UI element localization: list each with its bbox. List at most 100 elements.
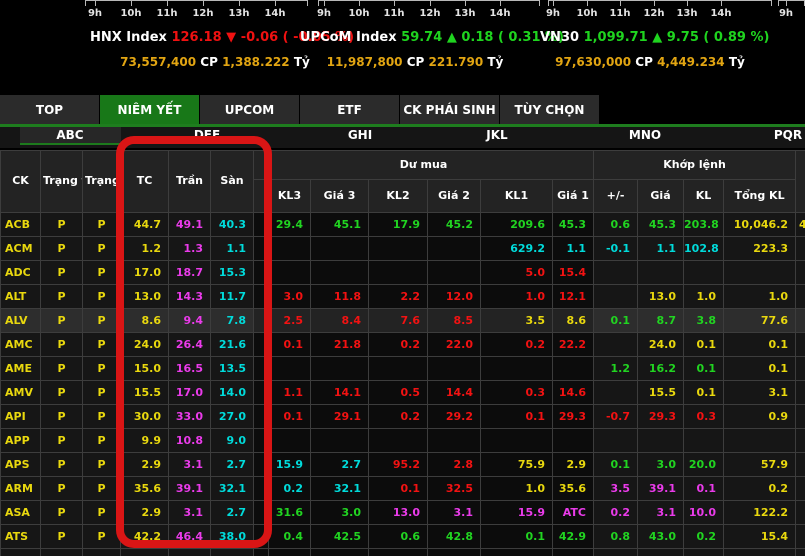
san-cell: 15.3 bbox=[211, 261, 254, 285]
tab-tùy-chọn[interactable]: TÙY CHỌN bbox=[500, 95, 599, 124]
gia3-cell: 2.7 bbox=[311, 453, 369, 477]
gia3-cell: 29.1 bbox=[311, 405, 369, 429]
table-row-amv[interactable]: AMVPP15.517.014.01.114.10.514.40.314.615… bbox=[1, 381, 805, 405]
gia1-cell: ATC bbox=[553, 501, 594, 525]
gia-cell: 45.3 bbox=[638, 213, 684, 237]
san-cell: 14.0 bbox=[211, 381, 254, 405]
overflow-cell bbox=[796, 261, 805, 285]
chg-cell bbox=[594, 261, 638, 285]
overflow-cell bbox=[796, 525, 805, 549]
subtab-abc[interactable]: ABC bbox=[56, 128, 83, 142]
empty-cell bbox=[796, 549, 805, 556]
gia1-cell: 35.6 bbox=[553, 477, 594, 501]
table-row-adc[interactable]: ADCPP17.018.715.35.015.4 bbox=[1, 261, 805, 285]
stock-code-cell: APS bbox=[1, 453, 41, 477]
table-row-app[interactable]: APPPP9.910.89.0 bbox=[1, 429, 805, 453]
status-gd-cell: P bbox=[41, 525, 83, 549]
status-gd-cell: P bbox=[41, 357, 83, 381]
subtab-mno[interactable]: MNO bbox=[629, 128, 661, 142]
status-gd-cell: P bbox=[41, 333, 83, 357]
gia2-cell bbox=[428, 429, 481, 453]
volume-unit: CP bbox=[407, 55, 425, 69]
kl1-cell bbox=[481, 429, 553, 453]
table-row-arm[interactable]: ARMPP35.639.132.10.232.10.132.51.035.63.… bbox=[1, 477, 805, 501]
gia1-cell: 42.9 bbox=[553, 525, 594, 549]
kl2-cell bbox=[369, 261, 428, 285]
col-header-trang-thai-gd: Trạng thái GD bbox=[41, 151, 83, 213]
table-row-amc[interactable]: AMCPP24.026.421.60.121.80.222.00.222.224… bbox=[1, 333, 805, 357]
gia3-cell: 3.0 bbox=[311, 501, 369, 525]
gia2-cell bbox=[428, 261, 481, 285]
tc-cell: 1.2 bbox=[121, 237, 169, 261]
tc-cell: 9.9 bbox=[121, 429, 169, 453]
tab-top[interactable]: TOP bbox=[0, 95, 99, 124]
gia1-cell: 29.3 bbox=[553, 405, 594, 429]
status-gd-cell: P bbox=[41, 429, 83, 453]
time-axis-label: 14h bbox=[264, 8, 285, 19]
table-row-acm[interactable]: ACMPP1.21.31.1629.21.1-0.11.1102.8223.3 bbox=[1, 237, 805, 261]
overflow-cell bbox=[796, 333, 805, 357]
subtab-def[interactable]: DEF bbox=[194, 128, 220, 142]
index-name: UPCoM Index bbox=[300, 30, 397, 45]
axis-tick bbox=[167, 1, 168, 6]
axis-tick bbox=[131, 1, 132, 6]
chg-cell: 0.8 bbox=[594, 525, 638, 549]
kl3-cell bbox=[269, 237, 311, 261]
table-row-acb[interactable]: ACBPP44.749.140.329.445.117.945.2209.645… bbox=[1, 213, 805, 237]
subtab-pqr[interactable]: PQR bbox=[774, 128, 802, 142]
stock-code-cell: ATS bbox=[1, 525, 41, 549]
spacer-cell bbox=[254, 381, 269, 405]
volume-unit: CP bbox=[200, 55, 218, 69]
stock-code-cell: ALT bbox=[1, 285, 41, 309]
overflow-cell bbox=[796, 357, 805, 381]
overflow-cell bbox=[796, 405, 805, 429]
time-axis-label: 11h bbox=[156, 8, 177, 19]
col-header-spacer bbox=[254, 180, 269, 213]
kl2-cell: 17.9 bbox=[369, 213, 428, 237]
stock-code-cell: ASA bbox=[1, 501, 41, 525]
table-row-aps[interactable]: APSPP2.93.12.715.92.795.22.875.92.90.13.… bbox=[1, 453, 805, 477]
kl-cell: 20.0 bbox=[684, 453, 724, 477]
status-gd-cell: P bbox=[41, 309, 83, 333]
tab-upcom[interactable]: UPCOM bbox=[200, 95, 299, 124]
gia1-cell: 1.1 bbox=[553, 237, 594, 261]
gia3-cell: 21.8 bbox=[311, 333, 369, 357]
gia-cell: 1.1 bbox=[638, 237, 684, 261]
gia-cell: 29.3 bbox=[638, 405, 684, 429]
tran-cell: 26.4 bbox=[169, 333, 211, 357]
tc-cell: 2.9 bbox=[121, 453, 169, 477]
tongkl-cell: 0.1 bbox=[724, 333, 796, 357]
tongkl-cell: 10,046.2 bbox=[724, 213, 796, 237]
table-row-alv[interactable]: ALVPP8.69.47.82.58.47.68.53.58.60.18.73.… bbox=[1, 309, 805, 333]
tran-cell: 16.5 bbox=[169, 357, 211, 381]
time-axis-group: 9h10h11h12h13h14h bbox=[318, 0, 540, 23]
table-row-asa[interactable]: ASAPP2.93.12.731.63.013.03.115.9ATC0.23.… bbox=[1, 501, 805, 525]
tab-etf[interactable]: ETF bbox=[300, 95, 399, 124]
gia1-cell: 45.3 bbox=[553, 213, 594, 237]
axis-tick bbox=[771, 1, 772, 6]
subtab-jkl[interactable]: JKL bbox=[486, 128, 507, 142]
gia-cell bbox=[638, 429, 684, 453]
stock-code-cell: ALV bbox=[1, 309, 41, 333]
kl-cell: 0.1 bbox=[684, 477, 724, 501]
gia2-cell: 2.8 bbox=[428, 453, 481, 477]
tran-cell: 1.3 bbox=[169, 237, 211, 261]
gia1-cell: 8.6 bbox=[553, 309, 594, 333]
kl3-cell: 0.4 bbox=[269, 525, 311, 549]
index-value: 126.18 bbox=[171, 30, 221, 45]
tab-ck-phái-sinh[interactable]: CK PHÁI SINH bbox=[400, 95, 499, 124]
table-row-ats[interactable]: ATSPP42.246.438.00.442.50.642.80.142.90.… bbox=[1, 525, 805, 549]
table-row-alt[interactable]: ALTPP13.014.311.73.011.82.212.01.012.113… bbox=[1, 285, 805, 309]
subtab-ghi[interactable]: GHI bbox=[348, 128, 372, 142]
axis-tick bbox=[430, 1, 431, 6]
empty-cell bbox=[311, 549, 369, 556]
table-row-ame[interactable]: AMEPP15.016.513.51.216.20.10.1 bbox=[1, 357, 805, 381]
stock-board-screen: 9h10h11h12h13h14h9h10h11h12h13h14h9h10h1… bbox=[0, 0, 805, 556]
gia-cell: 15.5 bbox=[638, 381, 684, 405]
status-gd-cell: P bbox=[41, 285, 83, 309]
gia3-cell: 42.5 bbox=[311, 525, 369, 549]
status-thq-cell: P bbox=[83, 501, 121, 525]
kl2-cell bbox=[369, 429, 428, 453]
tab-niêm-yết[interactable]: NIÊM YẾT bbox=[100, 95, 199, 124]
table-row-api[interactable]: APIPP30.033.027.00.129.10.229.20.129.3-0… bbox=[1, 405, 805, 429]
